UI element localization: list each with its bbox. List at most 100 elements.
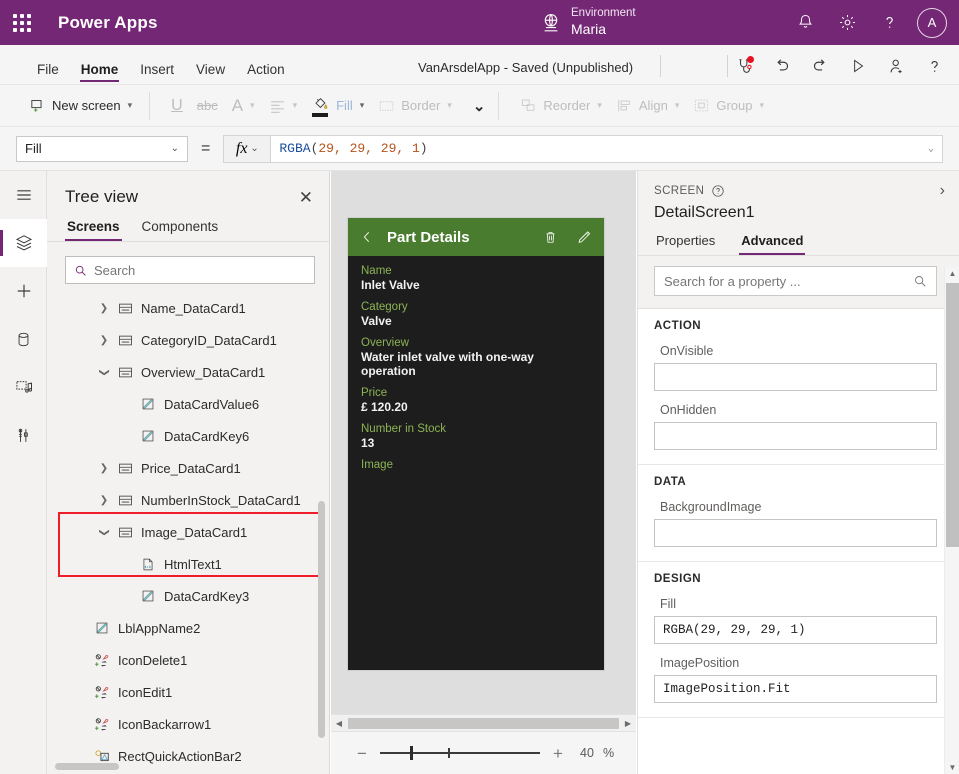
chevron-right-icon[interactable]: ❯ — [94, 335, 114, 346]
property-value-input[interactable] — [654, 422, 937, 450]
avatar[interactable]: A — [917, 8, 947, 38]
hamburger-menu-icon[interactable] — [0, 171, 47, 219]
align-group-button[interactable]: Align ▾ — [609, 91, 686, 121]
gear-icon[interactable] — [827, 3, 867, 43]
fill-button[interactable]: Fill ▾ — [304, 91, 371, 121]
question-mark-icon[interactable] — [869, 3, 909, 43]
quick-action-bar: Part Details — [348, 218, 604, 256]
tab-components[interactable]: Components — [140, 219, 221, 241]
tree-node[interactable]: ❯CategoryID_DataCard1 — [47, 324, 329, 356]
canvas-scroll-thumb[interactable] — [348, 718, 619, 729]
group-button[interactable]: Group ▾ — [686, 91, 771, 121]
pencil-icon[interactable] — [576, 229, 592, 246]
new-screen-button[interactable]: New screen ▾ — [22, 91, 139, 121]
chevron-right-icon[interactable]: ❯ — [94, 463, 114, 474]
menu-item-action[interactable]: Action — [236, 63, 296, 85]
tree-node[interactable]: DataCardKey3 — [47, 580, 329, 612]
property-search-wrap: Search for a property ... — [638, 255, 959, 309]
property-selector[interactable]: Fill ⌄ — [16, 136, 188, 162]
chevron-down-icon[interactable]: ❯ — [99, 362, 110, 382]
tree-node[interactable]: IconDelete1 — [47, 644, 329, 676]
help-circle-icon[interactable] — [711, 184, 725, 198]
environment-selector[interactable]: Environment Maria — [540, 0, 636, 45]
app-canvas[interactable]: Part Details NameInlet ValveCategoryValv… — [331, 171, 636, 774]
advanced-tools-icon[interactable] — [0, 411, 47, 459]
property-value-input[interactable] — [654, 519, 937, 547]
zoom-slider[interactable] — [380, 746, 540, 760]
tree-node[interactable]: HtmlText1 — [47, 548, 329, 580]
scroll-left-arrow-icon[interactable]: ◀ — [331, 719, 347, 728]
field-label: Overview — [361, 337, 591, 349]
tree-node[interactable]: DataCardValue6 — [47, 388, 329, 420]
properties-vertical-scrollbar[interactable]: ▲ ▼ — [944, 267, 959, 774]
formula-input[interactable]: RGBA(29, 29, 29, 1) ⌄ — [271, 135, 943, 163]
tree-node[interactable]: LblAppName2 — [47, 612, 329, 644]
scroll-up-arrow-icon[interactable]: ▲ — [945, 269, 959, 278]
undo-icon[interactable] — [763, 51, 801, 81]
bell-icon[interactable] — [785, 3, 825, 43]
close-icon[interactable]: ✕ — [299, 189, 313, 206]
trash-icon[interactable] — [543, 229, 558, 246]
redo-icon[interactable] — [801, 51, 839, 81]
app-status-label: VanArsdelApp - Saved (Unpublished) — [418, 60, 633, 75]
reorder-icon — [520, 98, 537, 113]
share-user-icon[interactable] — [877, 51, 915, 81]
tree-search-input[interactable]: Search — [65, 256, 315, 284]
property-value-input[interactable]: ImagePosition.Fit — [654, 675, 937, 703]
tree-node[interactable]: IconEdit1 — [47, 676, 329, 708]
tree-view-layers-icon[interactable] — [0, 219, 47, 267]
help-icon[interactable] — [915, 51, 953, 81]
canvas-horizontal-scrollbar[interactable]: ◀ ▶ — [331, 714, 636, 731]
tree-node[interactable]: ❯Name_DataCard1 — [47, 292, 329, 324]
app-launcher-icon[interactable] — [0, 0, 44, 45]
insert-plus-icon[interactable] — [0, 267, 47, 315]
menu-item-insert[interactable]: Insert — [129, 63, 185, 85]
screen-preview[interactable]: Part Details NameInlet ValveCategoryValv… — [348, 218, 604, 670]
border-label: Border — [401, 98, 440, 113]
zoom-out-button[interactable]: − — [353, 745, 371, 762]
properties-scroll-thumb[interactable] — [946, 283, 959, 547]
zoom-slider-thumb[interactable] — [410, 746, 413, 760]
tree-node[interactable]: ❯NumberInStock_DataCard1 — [47, 484, 329, 516]
tree-node[interactable]: ❯Price_DataCard1 — [47, 452, 329, 484]
chevron-down-icon: ▾ — [293, 100, 298, 111]
menu-item-view[interactable]: View — [185, 63, 236, 85]
menu-item-file[interactable]: File — [26, 63, 70, 85]
preview-play-icon[interactable] — [839, 51, 877, 81]
chevron-right-icon[interactable]: ❯ — [94, 303, 114, 314]
align-button[interactable]: ▾ — [262, 91, 305, 121]
fx-button[interactable]: fx ⌄ — [223, 135, 271, 163]
strikethrough-button[interactable]: abc — [190, 91, 225, 121]
chevron-left-icon[interactable] — [360, 229, 374, 245]
tree-node[interactable]: DataCardKey6 — [47, 420, 329, 452]
menu-item-home[interactable]: Home — [70, 63, 130, 85]
media-icon[interactable] — [0, 363, 47, 411]
property-search-input[interactable]: Search for a property ... — [654, 266, 937, 296]
chevron-down-icon[interactable]: ⌄ — [928, 143, 934, 155]
scroll-right-arrow-icon[interactable]: ▶ — [620, 719, 636, 728]
data-cylinder-icon[interactable] — [0, 315, 47, 363]
chevron-right-icon[interactable]: › — [940, 183, 945, 199]
scroll-down-arrow-icon[interactable]: ▼ — [945, 763, 959, 772]
tree-node[interactable]: ❯Image_DataCard1 — [47, 516, 329, 548]
app-checker-icon[interactable] — [725, 51, 763, 81]
tree-search-placeholder: Search — [94, 263, 135, 278]
toolbar-more-button[interactable]: ⌄ — [459, 91, 493, 121]
tab-advanced[interactable]: Advanced — [739, 233, 805, 255]
border-button[interactable]: Border ▾ — [371, 91, 459, 121]
tree-node[interactable]: ❯Overview_DataCard1 — [47, 356, 329, 388]
tab-screens[interactable]: Screens — [65, 219, 122, 241]
chevron-down-icon[interactable]: ❯ — [99, 522, 110, 542]
font-color-button[interactable]: A ▾ — [225, 91, 262, 121]
zoom-in-button[interactable]: + — [549, 745, 567, 762]
underline-button[interactable]: U — [164, 91, 190, 121]
tab-properties[interactable]: Properties — [654, 233, 717, 255]
chevron-right-icon[interactable]: ❯ — [94, 495, 114, 506]
tree-node[interactable]: IconBackarrow1 — [47, 708, 329, 740]
reorder-button[interactable]: Reorder ▾ — [513, 91, 609, 121]
tree-vertical-scrollbar[interactable] — [318, 501, 325, 738]
tree-horizontal-scrollbar[interactable] — [55, 763, 119, 770]
zoom-bar: − + 40 % — [331, 731, 636, 774]
property-value-input[interactable]: RGBA(29, 29, 29, 1) — [654, 616, 937, 644]
property-value-input[interactable] — [654, 363, 937, 391]
